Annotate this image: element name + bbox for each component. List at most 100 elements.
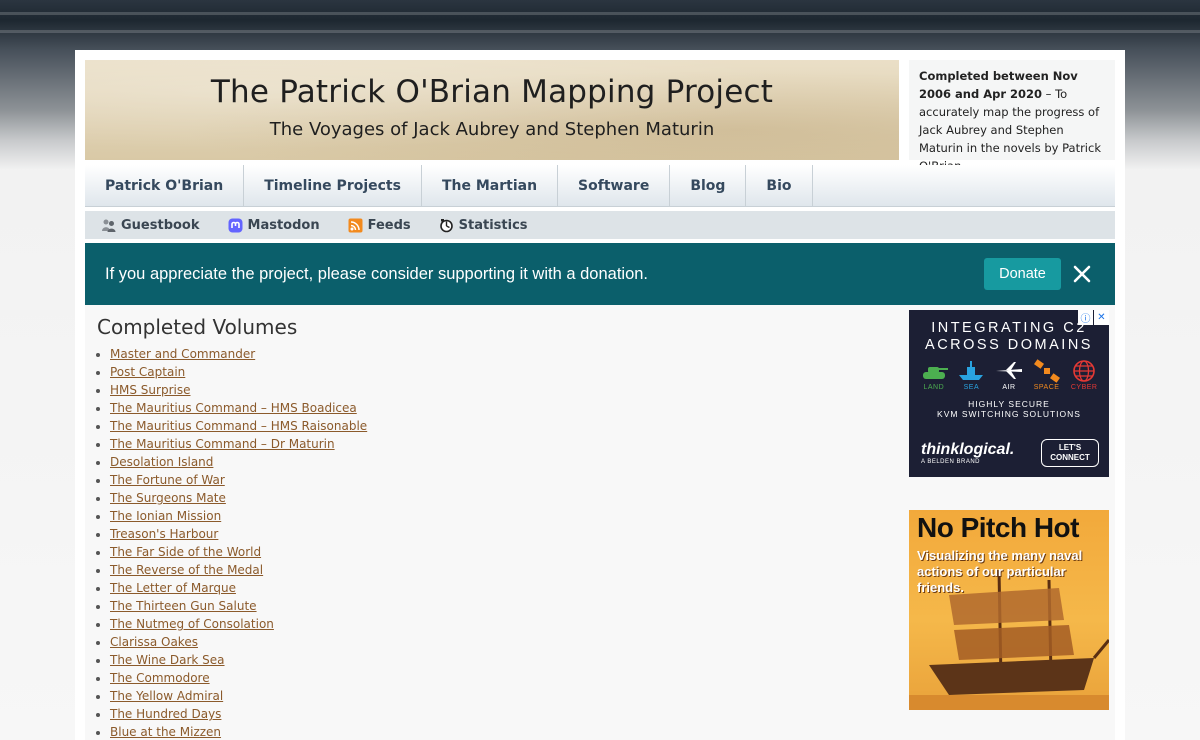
list-item: The Mauritius Command – Dr Maturin [110,435,887,453]
ad-domain-label: LAND [923,384,945,391]
mastodon-icon [228,218,243,233]
volume-link[interactable]: The Ionian Mission [110,509,221,523]
ad-domain-label: AIR [1002,384,1016,391]
ad-domain-space: SPACE [1032,358,1062,391]
volume-link[interactable]: The Commodore [110,671,210,685]
ad-domain-sea: SEA [956,358,986,391]
donation-banner: If you appreciate the project, please co… [85,243,1115,305]
volume-link[interactable]: The Letter of Marque [110,581,236,595]
list-item: The Mauritius Command – HMS Raisonable [110,417,887,435]
ad-domain-label: SEA [963,384,980,391]
sub-nav-statistics[interactable]: Statistics [439,218,528,233]
nav-item-timeline-projects[interactable]: Timeline Projects [244,165,422,206]
volume-link[interactable]: Blue at the Mizzen [110,725,221,739]
volume-link[interactable]: The Far Side of the World [110,545,261,559]
volume-link[interactable]: The Surgeons Mate [110,491,226,505]
statistics-icon [439,218,454,233]
ad-brand-subtitle: A BELDEN BRAND [921,459,981,465]
section-title: Completed Volumes [97,315,298,339]
tank-icon [922,367,948,379]
volume-link[interactable]: The Reverse of the Medal [110,563,263,577]
ad-description: Visualizing the many naval actions of ou… [917,548,1083,595]
advertisement-thinklogical[interactable]: ⓘ ✕ INTEGRATING C2 ACROSS DOMAINS LAND S… [909,310,1109,477]
advertisement-no-pitch-hot[interactable]: No Pitch Hot Visualizing the many naval … [909,510,1109,710]
nav-item-bio[interactable]: Bio [746,165,813,206]
volume-link[interactable]: Treason's Harbour [110,527,218,541]
list-item: The Letter of Marque [110,579,887,597]
sub-nav-feeds[interactable]: Feeds [348,218,411,233]
ad-domain-cyber: CYBER [1069,358,1099,391]
site-title: The Patrick O'Brian Mapping Project [210,74,774,110]
satellite-icon [1033,359,1060,383]
volume-link[interactable]: The Hundred Days [110,707,221,721]
list-item: The Far Side of the World [110,543,887,561]
site-header: The Patrick O'Brian Mapping Project The … [85,60,899,160]
sub-nav-label: Mastodon [247,217,320,233]
ship-icon [959,361,984,380]
sub-nav-label: Guestbook [121,217,200,233]
list-item: The Nutmeg of Consolation [110,615,887,633]
volume-link[interactable]: Master and Commander [110,347,255,361]
ad-headline-line: ACROSS DOMAINS [925,337,1093,353]
ad-domain-land: LAND [919,358,949,391]
list-item: The Thirteen Gun Salute [110,597,887,615]
ad-headline: INTEGRATING C2 ACROSS DOMAINS [909,320,1109,354]
guestbook-icon [101,218,116,233]
site-subtitle: The Voyages of Jack Aubrey and Stephen M… [269,119,715,140]
list-item: The Ionian Mission [110,507,887,525]
ad-domain-label: SPACE [1033,384,1060,391]
list-item: Master and Commander [110,345,887,363]
sub-nav-label: Feeds [367,217,411,233]
volume-link[interactable]: The Yellow Admiral [110,689,223,703]
sub-nav-guestbook[interactable]: Guestbook [101,218,200,233]
list-item: Desolation Island [110,453,887,471]
volume-link[interactable]: The Mauritius Command – HMS Boadicea [110,401,357,415]
ad-domains: LAND SEA AIR SPACE CYBER [909,354,1109,391]
ad-cta-button[interactable]: LET'S CONNECT [1041,439,1099,467]
jet-icon [995,362,1022,379]
sub-nav-mastodon[interactable]: Mastodon [228,218,320,233]
nav-item-blog[interactable]: Blog [670,165,747,206]
volume-link[interactable]: The Nutmeg of Consolation [110,617,274,631]
list-item: The Hundred Days [110,705,887,723]
ad-brand: thinklogical. A BELDEN BRAND [921,441,1014,465]
volume-link[interactable]: Desolation Island [110,455,213,469]
donate-button[interactable]: Donate [984,258,1061,290]
close-icon[interactable] [1071,263,1093,285]
nav-item-software[interactable]: Software [558,165,671,206]
sub-nav: Guestbook Mastodon Feeds Statistics [85,211,1115,239]
nav-item-patrick-obrian[interactable]: Patrick O'Brian [85,165,245,206]
list-item: The Wine Dark Sea [110,651,887,669]
ad-badge: ⓘ ✕ [1077,310,1109,325]
background-streak [0,30,1200,33]
background-streak [0,12,1200,15]
volume-link[interactable]: The Mauritius Command – Dr Maturin [110,437,335,451]
volume-link[interactable]: The Wine Dark Sea [110,653,225,667]
globe-icon [1073,360,1095,382]
list-item: The Commodore [110,669,887,687]
ad-tagline: HIGHLY SECURE KVM SWITCHING SOLUTIONS [909,399,1109,419]
ad-domain-air: AIR [994,358,1024,391]
ad-info-icon[interactable]: ⓘ [1078,310,1093,325]
list-item: The Fortune of War [110,471,887,489]
volume-link[interactable]: HMS Surprise [110,383,190,397]
volume-list: Master and Commander Post Captain HMS Su… [97,345,887,740]
nav-item-the-martian[interactable]: The Martian [422,165,559,206]
list-item: The Yellow Admiral [110,687,887,705]
volume-link[interactable]: The Mauritius Command – HMS Raisonable [110,419,367,433]
volume-link[interactable]: Clarissa Oakes [110,635,198,649]
main-nav: Patrick O'Brian Timeline Projects The Ma… [85,165,1115,207]
volume-link[interactable]: The Thirteen Gun Salute [110,599,257,613]
rss-feed-icon [348,218,363,233]
list-item: Clarissa Oakes [110,633,887,651]
list-item: HMS Surprise [110,381,887,399]
ad-footer: thinklogical. A BELDEN BRAND LET'S CONNE… [921,439,1099,467]
main-content: Completed Volumes Master and Commander P… [85,305,899,740]
donation-message: If you appreciate the project, please co… [105,264,649,283]
list-item: Post Captain [110,363,887,381]
ad-close-icon[interactable]: ✕ [1094,310,1109,325]
volume-link[interactable]: The Fortune of War [110,473,225,487]
volume-link[interactable]: Post Captain [110,365,185,379]
list-item: Blue at the Mizzen [110,723,887,740]
list-item: The Reverse of the Medal [110,561,887,579]
